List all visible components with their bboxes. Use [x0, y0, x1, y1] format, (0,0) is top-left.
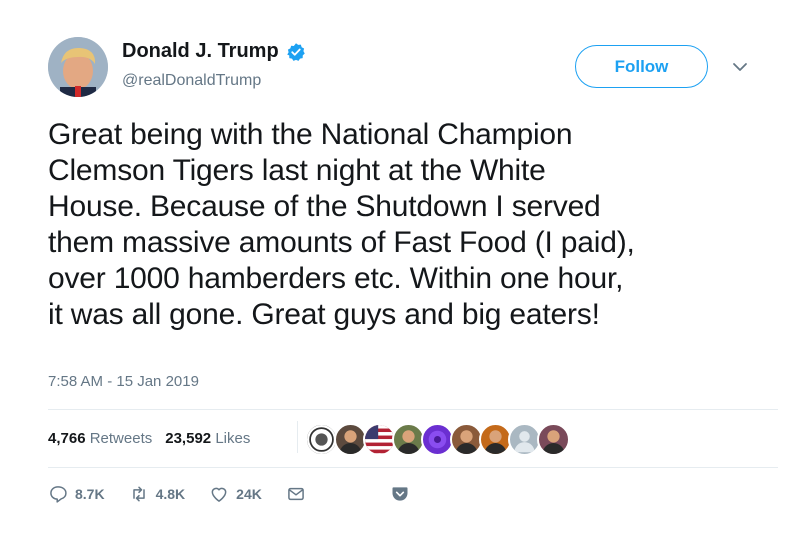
- retweet-icon: [132, 486, 145, 502]
- tweet-timestamp[interactable]: 7:58 AM - 15 Jan 2019: [48, 373, 199, 390]
- pocket-button[interactable]: [390, 484, 410, 504]
- display-name[interactable]: Donald J. Trump: [122, 40, 279, 63]
- reply-icon: [50, 486, 67, 503]
- tweet-line: them massive amounts of Fast Food (I pai…: [48, 226, 635, 259]
- stats-separator: [297, 421, 298, 453]
- avatar-image: [48, 37, 108, 97]
- retweets-count: 4,766: [48, 430, 86, 447]
- tweet-line: House. Because of the Shutdown I served: [48, 190, 601, 223]
- pocket-icon: [392, 487, 408, 501]
- verified-badge-icon: [286, 42, 305, 61]
- likes-label: Likes: [215, 430, 251, 447]
- user-handle[interactable]: @realDonaldTrump: [122, 72, 261, 90]
- profile-avatar[interactable]: [48, 37, 108, 97]
- reply-button[interactable]: 8.7K: [48, 484, 105, 504]
- engagement-stats: 4,766 Retweets 23,592 Likes: [48, 430, 250, 447]
- follow-button[interactable]: Follow: [575, 45, 708, 88]
- divider: [48, 467, 778, 468]
- like-count: 24K: [236, 486, 262, 502]
- envelope-icon: [288, 487, 304, 501]
- person-avatar[interactable]: [537, 423, 570, 456]
- liker-avatars: [305, 423, 570, 456]
- likes-count: 23,592: [165, 430, 212, 447]
- retweets-stat[interactable]: 4,766 Retweets: [48, 430, 152, 447]
- name-row: Donald J. Trump: [122, 40, 306, 63]
- tweet-line: it was all gone. Great guys and big eate…: [48, 298, 600, 331]
- tweet-line: Clemson Tigers last night at the White: [48, 154, 546, 187]
- likes-stat[interactable]: 23,592 Likes: [165, 430, 250, 447]
- retweet-count: 4.8K: [155, 486, 186, 502]
- tweet-text: Great being with the National Champion C…: [48, 117, 778, 333]
- tweet-line: Great being with the National Champion: [48, 118, 573, 151]
- retweets-label: Retweets: [89, 430, 153, 447]
- direct-message-button[interactable]: [286, 484, 306, 504]
- reply-count: 8.7K: [75, 486, 105, 502]
- heart-icon: [211, 487, 227, 502]
- divider: [48, 409, 778, 410]
- retweet-button[interactable]: 4.8K: [129, 484, 186, 504]
- tweet-line: over 1000 hamberders etc. Within one hou…: [48, 262, 624, 295]
- action-bar: 8.7K 4.8K 24K: [48, 484, 434, 504]
- chevron-down-icon[interactable]: [731, 60, 749, 74]
- like-button[interactable]: 24K: [209, 484, 262, 504]
